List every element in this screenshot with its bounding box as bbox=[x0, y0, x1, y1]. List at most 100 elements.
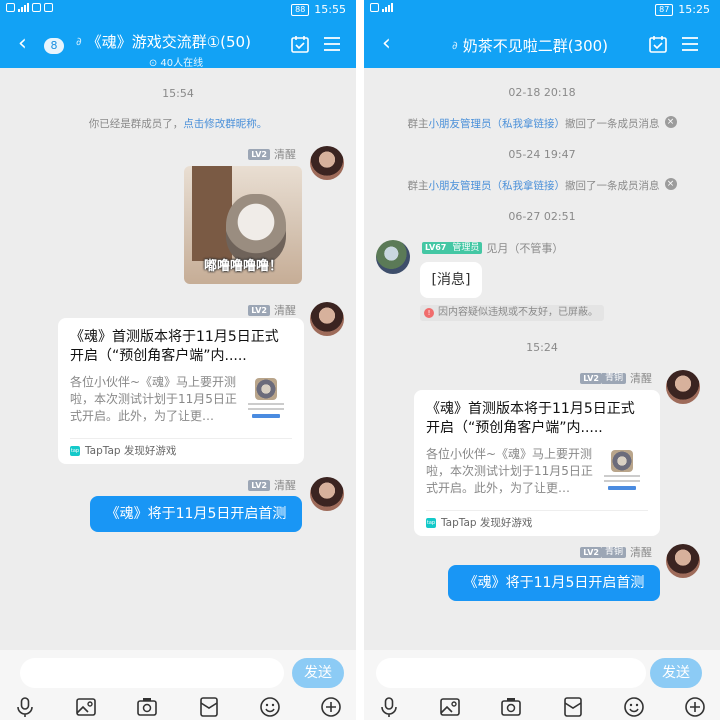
menu-icon[interactable] bbox=[322, 34, 342, 54]
system-notice: 你已经是群成员了， 点击修改群昵称。 bbox=[0, 116, 356, 131]
edit-nickname-link[interactable]: 点击修改群昵称。 bbox=[183, 116, 267, 131]
back-button[interactable]: ‹ bbox=[18, 33, 27, 55]
system-notice-text: 撤回了一条成员消息 bbox=[565, 180, 660, 192]
taptap-icon: tap bbox=[426, 517, 436, 528]
share-card[interactable]: 《魂》首测版本将于11月5日正式开启（“预创角客户端”内..... 各位小伙伴~… bbox=[414, 390, 660, 536]
card-source: tap TapTap 发现好游戏 bbox=[70, 438, 292, 458]
avatar[interactable] bbox=[666, 370, 700, 404]
sender-name: 清醒 bbox=[630, 546, 652, 559]
timestamp: 06-27 02:51 bbox=[508, 210, 576, 223]
menu-icon[interactable] bbox=[680, 34, 700, 54]
chat-header: ‹ 8 ∂ 《魂》游戏交流群①(50) ⊙ 40人在线 bbox=[0, 22, 356, 69]
image-icon[interactable] bbox=[75, 696, 97, 718]
card-thumbnail bbox=[246, 378, 286, 426]
sender-line: LV2 清醒 bbox=[248, 477, 296, 493]
red-packet-icon[interactable] bbox=[198, 696, 220, 718]
system-notice-text: 你已经是群成员了， bbox=[88, 118, 184, 130]
online-count: ⊙ 40人在线 bbox=[148, 58, 204, 69]
share-card[interactable]: 《魂》首测版本将于11月5日正式开启（“预创角客户端”内..... 各位小伙伴~… bbox=[58, 318, 304, 464]
do-not-disturb-icon: ∂ bbox=[452, 39, 458, 52]
timestamp: 15:54 bbox=[162, 87, 194, 100]
chat-window-left: 88 15:55 ‹ 8 ∂ 《魂》游戏交流群①(50) ⊙ 40人在线 15:5… bbox=[0, 0, 356, 720]
close-icon[interactable]: × bbox=[664, 116, 677, 128]
sender-name: 清醒 bbox=[630, 372, 652, 385]
admin-link[interactable]: 小朋友管理员（私我拿链接） bbox=[429, 116, 566, 131]
system-notice-text: 撤回了一条成员消息 bbox=[565, 118, 660, 130]
card-source-label: TapTap 发现好游戏 bbox=[85, 445, 177, 457]
input-bar: 发送 bbox=[364, 650, 720, 720]
card-title: 《魂》首测版本将于11月5日正式开启（“预创角客户端”内..... bbox=[426, 401, 635, 436]
unread-badge[interactable]: 8 bbox=[44, 38, 64, 54]
timestamp: 02-18 20:18 bbox=[508, 86, 576, 99]
status-bar: 88 15:55 bbox=[0, 0, 356, 22]
level-badge: LV2 bbox=[248, 148, 270, 160]
plus-icon[interactable] bbox=[320, 696, 342, 718]
rank-badge: 青铜 bbox=[601, 546, 626, 558]
blocked-notice: ! 因内容疑似违规或不友好，已屏蔽。 bbox=[420, 305, 604, 321]
card-source-label: TapTap 发现好游戏 bbox=[441, 517, 533, 529]
status-bar: 87 15:25 bbox=[364, 0, 720, 22]
battery-indicator: 88 bbox=[291, 3, 310, 16]
chat-header: ‹ ∂ 奶茶不见啦二群(300) bbox=[364, 22, 720, 68]
level-badge: LV2 bbox=[248, 304, 270, 316]
card-thumbnail bbox=[602, 450, 642, 498]
close-icon[interactable]: × bbox=[664, 178, 677, 190]
camera-icon[interactable] bbox=[136, 696, 158, 718]
warning-icon: ! bbox=[424, 308, 434, 318]
timestamp: 15:24 bbox=[526, 341, 558, 354]
level-badge: LV2 bbox=[248, 479, 270, 491]
sender-line: LV2 青铜 清醒 bbox=[580, 544, 652, 560]
message-bubble[interactable]: 《魂》将于11月5日开启首测 bbox=[90, 496, 302, 532]
level-badge: LV67 bbox=[422, 242, 450, 254]
send-button[interactable]: 发送 bbox=[292, 658, 344, 688]
sender-name: 清醒 bbox=[274, 148, 296, 161]
sender-line: LV2 清醒 bbox=[248, 146, 296, 162]
toolbar bbox=[378, 696, 706, 718]
back-button[interactable]: ‹ bbox=[382, 33, 391, 55]
message-bubble[interactable]: 《魂》将于11月5日开启首测 bbox=[448, 565, 660, 601]
sender-name: 清醒 bbox=[274, 304, 296, 317]
calendar-check-icon[interactable] bbox=[648, 34, 668, 54]
sender-line: LV2 青铜 清醒 bbox=[580, 370, 652, 386]
emoji-icon[interactable] bbox=[623, 696, 645, 718]
sender-line: LV2 清醒 bbox=[248, 302, 296, 318]
image-icon[interactable] bbox=[439, 696, 461, 718]
camera-icon[interactable] bbox=[500, 696, 522, 718]
plus-icon[interactable] bbox=[684, 696, 706, 718]
level-badge: LV2 bbox=[580, 546, 602, 558]
sender-name: 见月（不管事） bbox=[486, 242, 564, 255]
group-title: 奶茶不见啦二群(300) bbox=[462, 37, 609, 55]
message-input[interactable] bbox=[376, 658, 646, 688]
input-bar: 发送 bbox=[0, 650, 356, 720]
system-notice: 群主 小朋友管理员（私我拿链接） 撤回了一条成员消息 × bbox=[364, 178, 720, 193]
system-notice-text: 群主 bbox=[407, 118, 429, 130]
card-description: 各位小伙伴~《魂》马上要开测啦，本次测试计划于11月5日正式开启。此外，为了让更… bbox=[426, 447, 593, 495]
card-description: 各位小伙伴~《魂》马上要开测啦，本次测试计划于11月5日正式开启。此外，为了让更… bbox=[70, 375, 237, 423]
message-input[interactable] bbox=[20, 658, 284, 688]
rank-badge: 青铜 bbox=[601, 372, 626, 384]
avatar[interactable] bbox=[376, 240, 410, 274]
chat-window-right: 87 15:25 ‹ ∂ 奶茶不见啦二群(300) 02-18 20:18 群主 … bbox=[364, 0, 720, 720]
emoji-icon[interactable] bbox=[259, 696, 281, 718]
microphone-icon[interactable] bbox=[14, 696, 36, 718]
blocked-text: 因内容疑似违规或不友好，已屏蔽。 bbox=[438, 307, 598, 318]
admin-link[interactable]: 小朋友管理员（私我拿链接） bbox=[429, 178, 566, 193]
taptap-icon: tap bbox=[70, 445, 80, 456]
avatar[interactable] bbox=[310, 146, 344, 180]
system-notice: 群主 小朋友管理员（私我拿链接） 撤回了一条成员消息 × bbox=[364, 116, 720, 131]
sticker-image[interactable]: 嘟噜噜噜噜！ bbox=[184, 166, 302, 284]
calendar-check-icon[interactable] bbox=[290, 34, 310, 54]
system-notice-text: 群主 bbox=[407, 180, 429, 192]
avatar[interactable] bbox=[310, 477, 344, 511]
avatar[interactable] bbox=[666, 544, 700, 578]
timestamp: 05-24 19:47 bbox=[508, 148, 576, 161]
send-button[interactable]: 发送 bbox=[650, 658, 702, 688]
do-not-disturb-icon: ∂ bbox=[76, 35, 82, 48]
red-packet-icon[interactable] bbox=[562, 696, 584, 718]
group-title: 《魂》游戏交流群①(50) bbox=[86, 33, 251, 51]
sticker-caption: 嘟噜噜噜噜！ bbox=[203, 259, 282, 274]
avatar[interactable] bbox=[310, 302, 344, 336]
microphone-icon[interactable] bbox=[378, 696, 400, 718]
message-bubble[interactable]: [消息] bbox=[420, 262, 482, 298]
clock: 15:25 bbox=[678, 3, 710, 16]
